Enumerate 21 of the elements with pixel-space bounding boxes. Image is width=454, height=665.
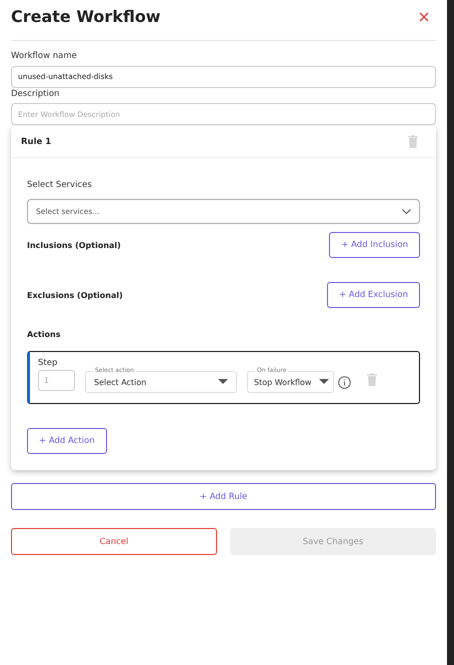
add-inclusion-button[interactable]: + Add Inclusion — [329, 232, 420, 258]
add-exclusion-button[interactable]: + Add Exclusion — [326, 282, 420, 308]
rule-title: Rule 1 — [21, 136, 52, 146]
on-failure-select[interactable]: Stop Workflow — [247, 371, 334, 393]
field-label: Workflow name — [11, 51, 78, 61]
chevron-icon — [402, 208, 411, 214]
section-label: Inclusions (Optional) — [27, 240, 121, 250]
add-action-button[interactable]: + Add Action — [27, 428, 107, 454]
info-icon[interactable] — [338, 376, 351, 389]
action-select[interactable]: Select Action — [85, 371, 237, 393]
cancel-button[interactable]: Cancel — [11, 528, 217, 555]
add-rule-button[interactable]: + Add Rule — [11, 483, 436, 510]
section-label: Actions — [27, 330, 62, 339]
field-label: Description — [11, 88, 60, 98]
dialog-title: Create Workflow — [11, 7, 161, 26]
section-label: Exclusions (Optional) — [27, 290, 123, 300]
close-icon[interactable] — [419, 12, 429, 22]
caret-icon — [319, 379, 329, 385]
caret-icon — [218, 379, 228, 385]
field-label: Select Services — [27, 180, 92, 190]
step-label: Step — [38, 358, 58, 368]
